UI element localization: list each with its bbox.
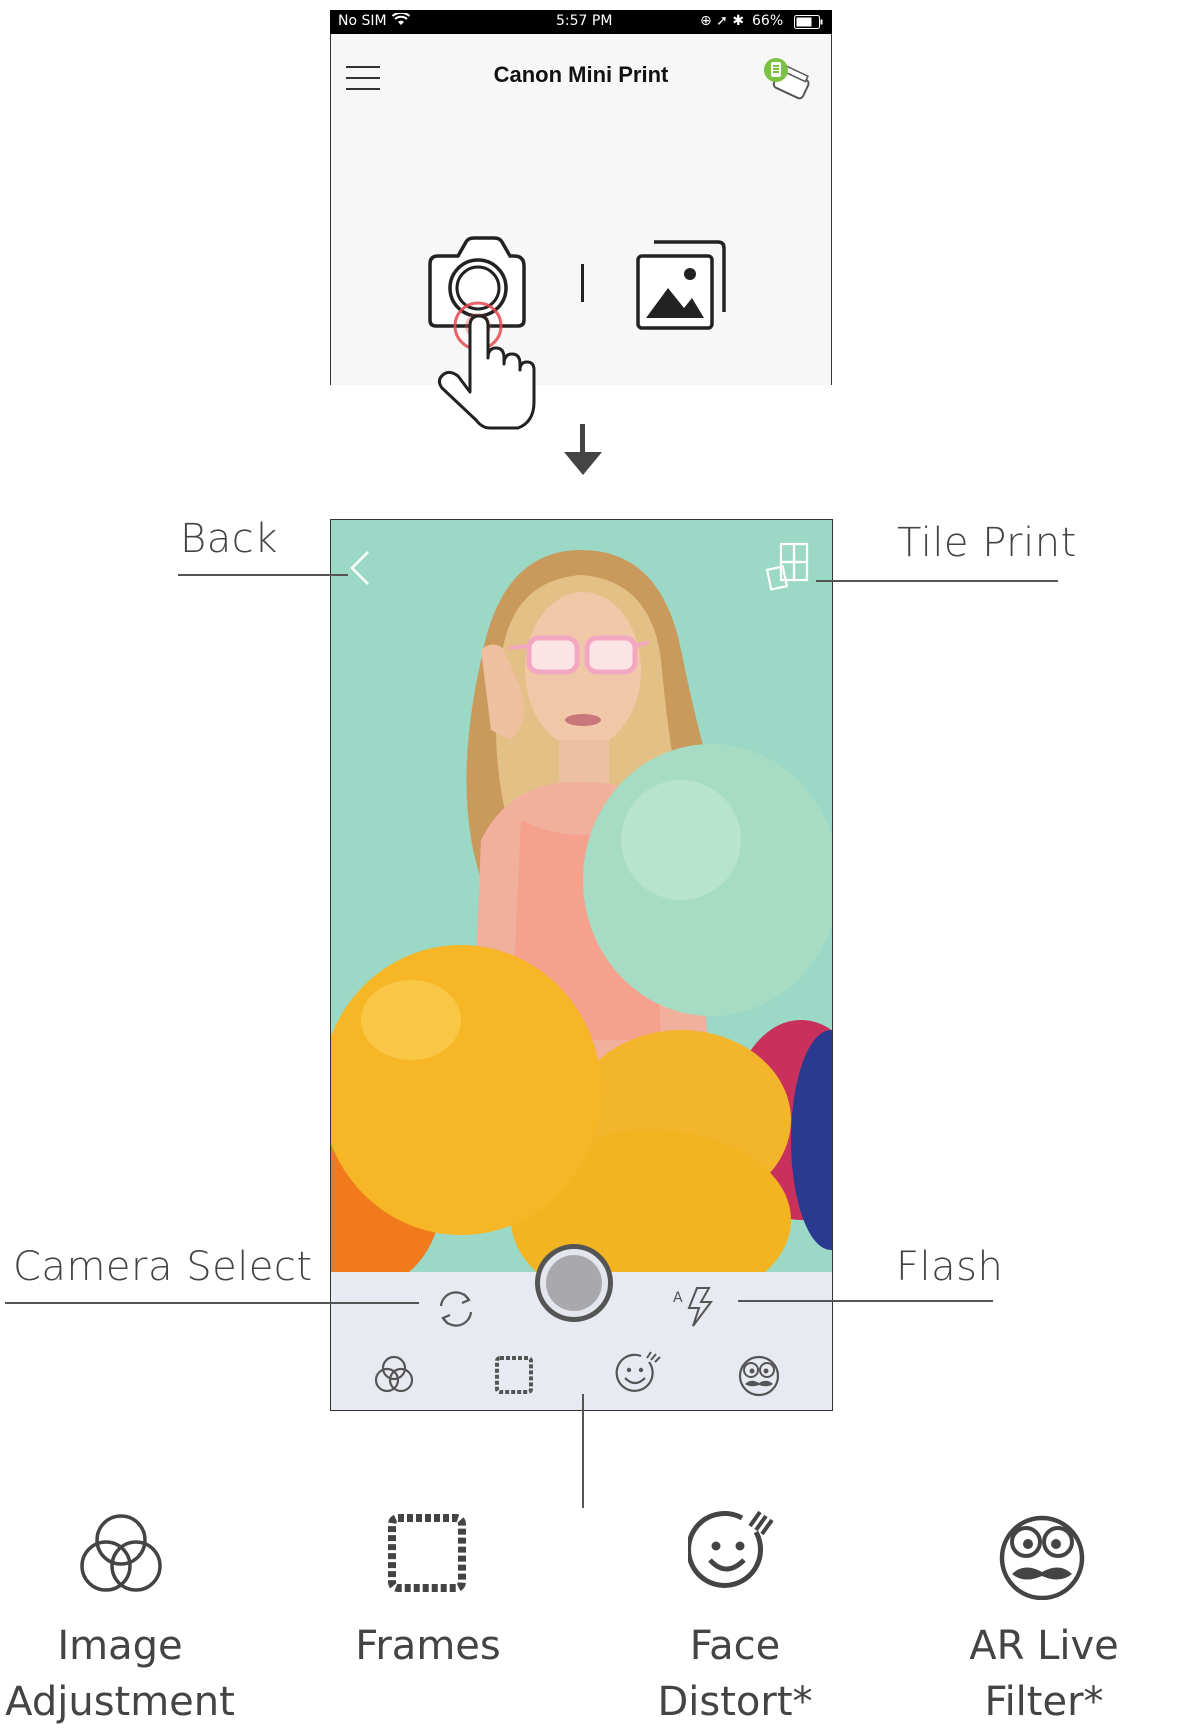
callout-tile-print-line [816, 580, 1058, 582]
callout-back-line [178, 574, 348, 576]
callout-flash: Flash [896, 1244, 1004, 1290]
camera-switch-icon[interactable] [431, 1284, 481, 1338]
menu-icon[interactable] [346, 66, 380, 94]
flash-auto-icon[interactable]: A [673, 1284, 721, 1334]
callout-tile-print: Tile Print [897, 520, 1077, 566]
face-distort-tool[interactable] [613, 1350, 663, 1402]
status-icons: ⊕ ➚ ✱ [700, 13, 745, 29]
shutter-button[interactable] [535, 1244, 613, 1322]
ar-mustache-icon [994, 1508, 1090, 1604]
clock-text: 5:57 PM [556, 13, 613, 29]
ar-live-filter-tool[interactable] [735, 1350, 783, 1402]
back-icon[interactable] [349, 550, 371, 590]
feature-label-line2: Adjustment [5, 1679, 235, 1725]
home-screen: Canon Mini Print [330, 10, 832, 385]
feature-label-face-distort: Face Distort* [657, 1623, 813, 1725]
feature-label-frames: Frames [355, 1623, 501, 1669]
gallery-button[interactable] [634, 236, 730, 336]
callout-back: Back [180, 516, 278, 562]
battery-icon [794, 15, 824, 33]
status-bar: No SIM 5:57 PM ⊕ ➚ ✱ 66% [330, 10, 832, 34]
image-adjustment-tool[interactable] [371, 1352, 417, 1402]
callout-flash-line [738, 1300, 993, 1302]
tile-print-icon[interactable] [765, 542, 811, 598]
carrier-text: No SIM [338, 13, 387, 29]
frames-tool[interactable] [493, 1354, 535, 1400]
face-distort-icon [686, 1508, 780, 1600]
wifi-icon [391, 11, 411, 31]
tap-hand-icon [434, 296, 538, 436]
feature-label-line1: Image [57, 1623, 183, 1669]
callout-camera-select-line [5, 1302, 419, 1304]
battery-percent: 66% [752, 13, 784, 29]
callout-camera-select: Camera Select [13, 1244, 313, 1290]
printer-status-icon[interactable] [762, 56, 818, 106]
feature-label-image-adjustment: Image Adjustment [0, 1618, 240, 1730]
camera-toolbar: A [331, 1244, 832, 1410]
svg-text:A: A [673, 1290, 683, 1306]
arrow-down-icon [562, 424, 604, 480]
mode-divider [581, 264, 584, 302]
feature-label-ar-live-filter: AR Live Filter* [969, 1623, 1119, 1725]
toolbar-callout-line [582, 1394, 584, 1508]
rings-icon [74, 1510, 168, 1602]
app-title: Canon Mini Print [493, 62, 669, 87]
frame-icon [386, 1512, 468, 1598]
camera-preview [331, 520, 832, 1272]
camera-screen: A [330, 519, 833, 1411]
